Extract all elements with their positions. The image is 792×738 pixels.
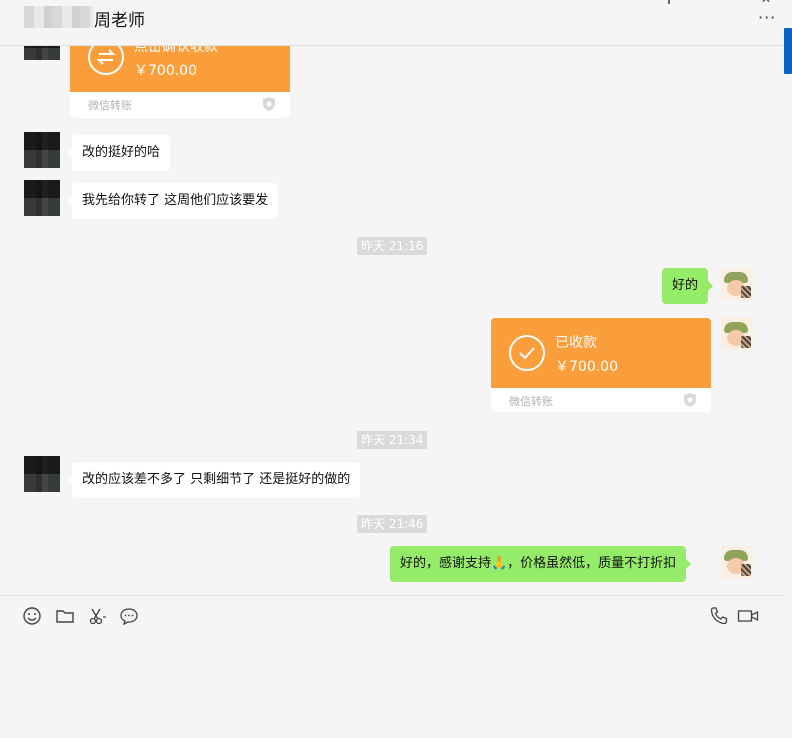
timestamp: 昨天 21:46: [357, 515, 428, 533]
avatar[interactable]: [721, 318, 753, 350]
wechat-chat-window: 周老师 ✕ ··· 点击确认收款 ￥700.00 微信转账 改的挺好: [0, 0, 792, 738]
message-bubble-outgoing[interactable]: 好的: [662, 268, 714, 304]
avatar-arm: [741, 564, 751, 576]
message-list[interactable]: 点击确认收款 ￥700.00 微信转账 改的挺好的哈 我先给你转了 这周他们应该…: [0, 46, 784, 595]
transfer-amount: ￥700.00: [134, 63, 197, 79]
avatar[interactable]: [24, 46, 60, 60]
close-icon[interactable]: ✕: [761, 0, 771, 6]
transfer-status: 已收款: [555, 335, 597, 351]
shield-icon: [263, 97, 275, 111]
transfer-label: 微信转账: [509, 395, 553, 408]
transfer-card-outgoing[interactable]: 已收款 ￥700.00 微信转账: [491, 318, 711, 412]
avatar[interactable]: [24, 456, 60, 492]
blurred-contact-prefix: [24, 6, 94, 28]
avatar[interactable]: [24, 132, 60, 168]
transfer-label: 微信转账: [88, 99, 132, 112]
more-options-icon[interactable]: ···: [758, 10, 778, 26]
scissors-icon[interactable]: [87, 606, 107, 626]
message-input-area[interactable]: [0, 637, 784, 738]
message-bubble-outgoing[interactable]: 好的，感谢支持🙏，价格虽然低，质量不打折扣: [390, 546, 692, 582]
scrollbar-thumb[interactable]: [784, 28, 792, 74]
transfer-card-incoming[interactable]: 点击确认收款 ￥700.00 微信转账: [70, 46, 290, 118]
chat-header: 周老师 ✕ ···: [0, 0, 784, 46]
input-toolbar: [0, 595, 784, 637]
voice-call-icon[interactable]: [709, 606, 729, 626]
message-bubble-incoming[interactable]: 改的挺好的哈: [66, 135, 171, 171]
contact-name: 周老师: [94, 11, 145, 31]
transfer-status: 点击确认收款: [134, 46, 218, 55]
avatar[interactable]: [721, 268, 753, 300]
message-bubble-incoming[interactable]: 我先给你转了 这周他们应该要发: [66, 183, 279, 219]
transfer-amount: ￥700.00: [555, 359, 618, 375]
avatar-arm: [741, 336, 751, 348]
chat-history-icon[interactable]: [119, 606, 139, 626]
shield-icon: [684, 393, 696, 407]
avatar[interactable]: [721, 546, 753, 578]
message-bubble-incoming[interactable]: 改的应该差不多了 只剩细节了 还是挺好的做的: [66, 462, 361, 498]
avatar[interactable]: [24, 180, 60, 216]
emoji-icon[interactable]: [22, 606, 42, 626]
check-icon: [509, 335, 545, 371]
transfer-exchange-icon: [88, 46, 124, 75]
avatar-arm: [741, 286, 751, 298]
folder-icon[interactable]: [55, 606, 75, 626]
window-control-fragment: [668, 0, 670, 4]
timestamp: 昨天 21:16: [357, 237, 428, 255]
timestamp: 昨天 21:34: [357, 431, 428, 449]
video-call-icon[interactable]: [737, 606, 759, 626]
